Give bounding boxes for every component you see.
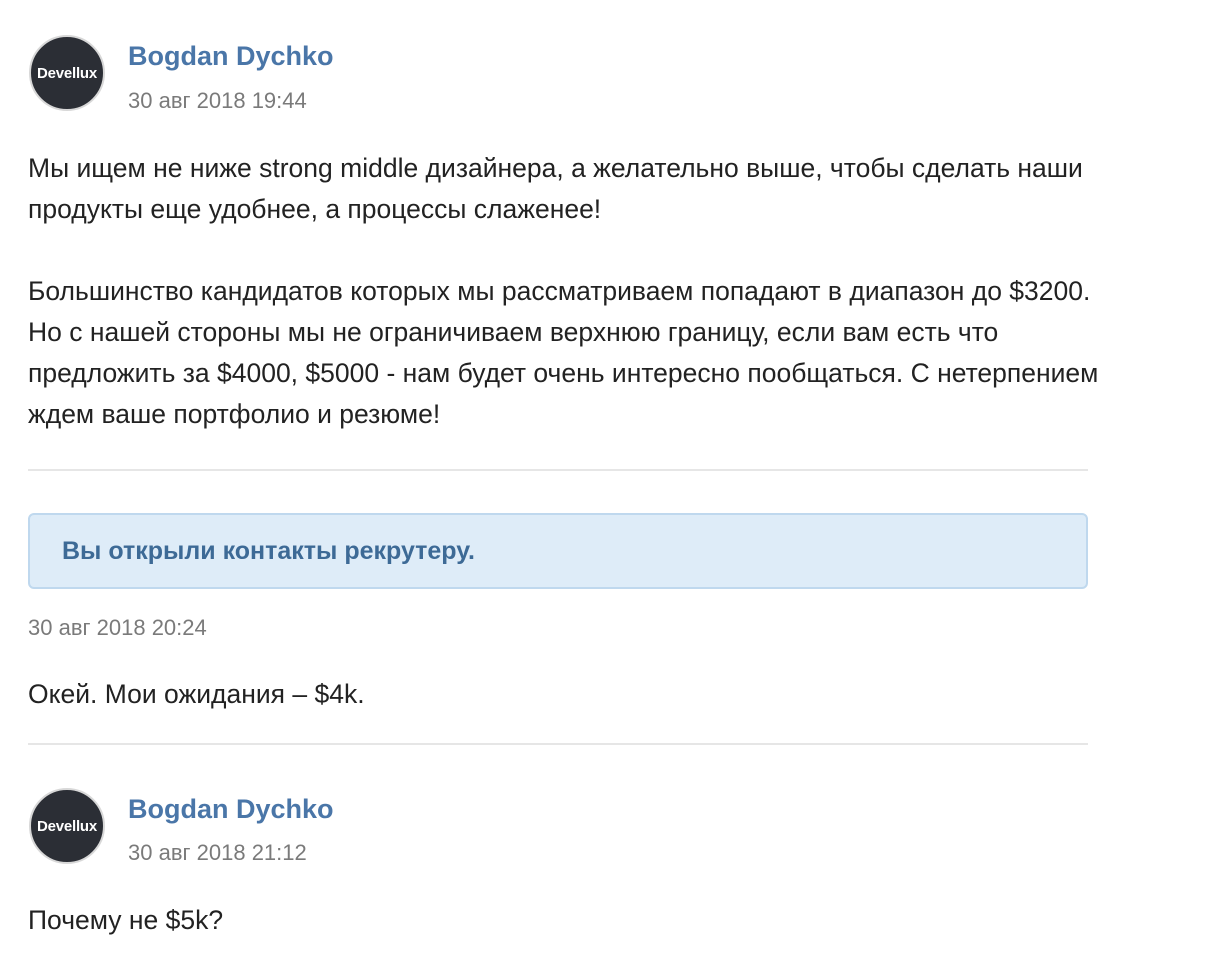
message-body: Окей. Мои ожидания – $4k. (28, 679, 365, 709)
message-timestamp: 30 авг 2018 21:12 (128, 840, 307, 865)
avatar[interactable]: Devellux (29, 788, 105, 864)
message-timestamp: 30 авг 2018 19:44 (128, 88, 307, 113)
message-timestamp: 30 авг 2018 20:24 (28, 615, 207, 640)
avatar-logo-text: Devellux (36, 64, 98, 82)
contacts-opened-notice: Вы открыли контакты рекрутеру. (28, 513, 1088, 589)
avatar[interactable]: Devellux (29, 35, 105, 111)
author-name-link[interactable]: Bogdan Dychko (128, 794, 334, 825)
message-paragraph: Мы ищем не ниже strong middle дизайнера,… (28, 153, 1083, 224)
message-divider (28, 743, 1088, 745)
message-body: Почему не $5k? (28, 905, 224, 935)
message-paragraph: Большинство кандидатов которых мы рассма… (28, 276, 1099, 429)
avatar-logo-text: Devellux (36, 817, 98, 835)
message-divider (28, 469, 1088, 471)
message-body: Мы ищем не ниже strong middle дизайнера,… (28, 148, 1108, 435)
author-name-link[interactable]: Bogdan Dychko (128, 41, 334, 72)
notice-text: Вы открыли контакты рекрутеру. (62, 536, 475, 565)
